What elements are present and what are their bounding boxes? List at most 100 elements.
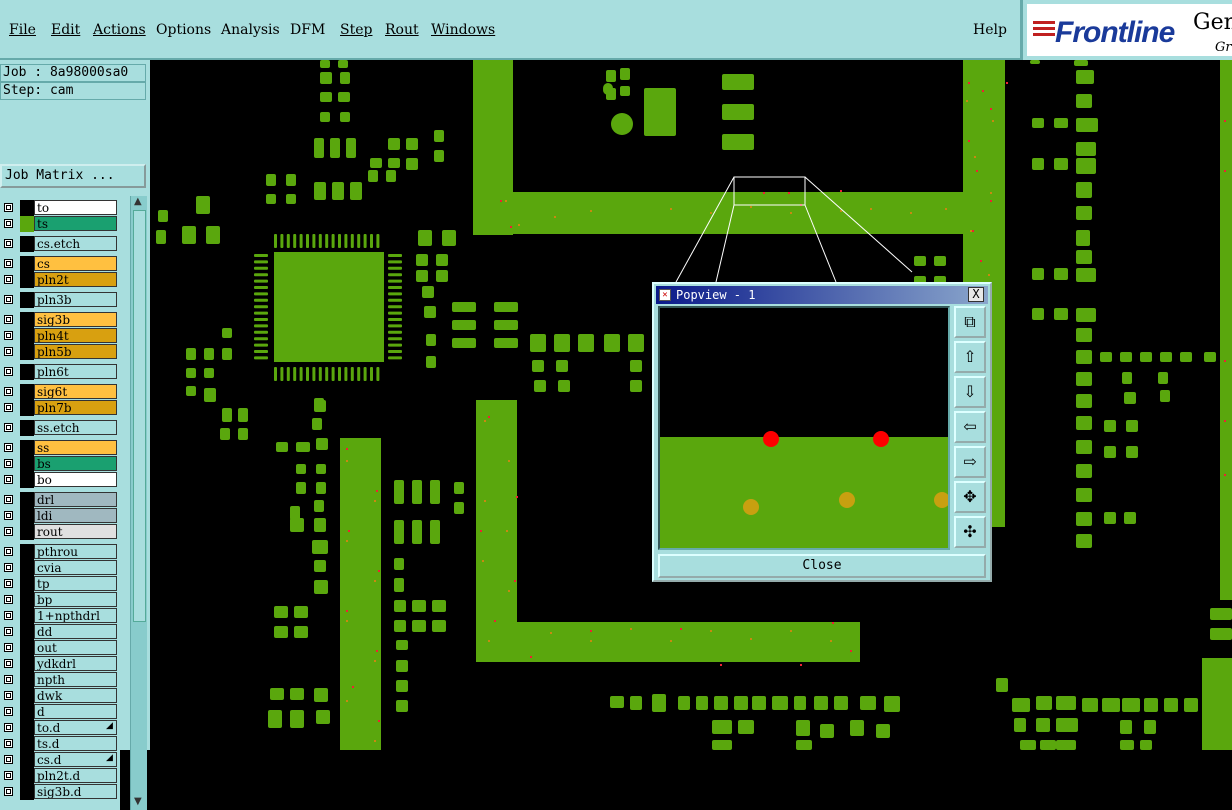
- layer-name[interactable]: to.d: [34, 720, 117, 735]
- layer-checkbox[interactable]: [4, 387, 13, 396]
- layer-row-cs-d[interactable]: cs.d ◢: [0, 752, 120, 768]
- window-close-icon[interactable]: X: [968, 287, 984, 302]
- layer-checkbox[interactable]: [4, 239, 13, 248]
- layer-row-sig3b-d[interactable]: sig3b.d: [0, 784, 120, 800]
- layer-name[interactable]: ldi: [34, 508, 117, 523]
- layer-name[interactable]: pln2t: [34, 272, 117, 287]
- layer-checkbox[interactable]: [4, 739, 13, 748]
- layer-row-to[interactable]: to: [0, 200, 120, 216]
- layer-row-1-npthdrl[interactable]: 1+npthdrl: [0, 608, 120, 624]
- menu-rout[interactable]: Rout: [385, 22, 419, 38]
- layer-checkbox[interactable]: [4, 527, 13, 536]
- layer-name[interactable]: dd: [34, 624, 117, 639]
- layer-color-swatch[interactable]: [20, 420, 34, 436]
- scroll-down-icon[interactable]: ▼: [134, 796, 142, 807]
- popview-title-bar[interactable]: ✕ Popview - 1 X: [656, 286, 988, 304]
- layer-color-swatch[interactable]: [20, 560, 34, 576]
- layer-row-pln2t-d[interactable]: pln2t.d: [0, 768, 120, 784]
- layer-name[interactable]: pln7b: [34, 400, 117, 415]
- menu-help[interactable]: Help: [973, 22, 1007, 38]
- layer-name[interactable]: pln6t: [34, 364, 117, 379]
- layer-color-swatch[interactable]: [20, 236, 34, 252]
- pan-down-icon[interactable]: ⇩: [954, 376, 986, 408]
- layer-checkbox[interactable]: [4, 259, 13, 268]
- layer-color-swatch[interactable]: [20, 656, 34, 672]
- layer-checkbox[interactable]: [4, 723, 13, 732]
- layer-color-swatch[interactable]: [20, 508, 34, 524]
- layer-name[interactable]: out: [34, 640, 117, 655]
- menu-analysis[interactable]: Analysis: [221, 22, 280, 38]
- layer-checkbox[interactable]: [4, 675, 13, 684]
- layer-checkbox[interactable]: [4, 511, 13, 520]
- layer-name[interactable]: pln4t: [34, 328, 117, 343]
- layer-row-bs[interactable]: bs: [0, 456, 120, 472]
- layer-color-swatch[interactable]: [20, 608, 34, 624]
- layer-checkbox[interactable]: [4, 707, 13, 716]
- layer-checkbox[interactable]: [4, 495, 13, 504]
- layer-checkbox[interactable]: [4, 547, 13, 556]
- zoom-out-icon[interactable]: ✣: [954, 516, 986, 548]
- layer-name[interactable]: rout: [34, 524, 117, 539]
- layer-row-ss[interactable]: ss: [0, 440, 120, 456]
- layer-row-cs[interactable]: cs: [0, 256, 120, 272]
- pan-up-icon[interactable]: ⇧: [954, 341, 986, 373]
- layer-checkbox[interactable]: [4, 659, 13, 668]
- layer-color-swatch[interactable]: [20, 688, 34, 704]
- menu-actions[interactable]: Actions: [93, 22, 146, 38]
- layer-name[interactable]: cs: [34, 256, 117, 271]
- job-matrix-button[interactable]: Job Matrix ...: [0, 164, 146, 188]
- layer-row-bp[interactable]: bp: [0, 592, 120, 608]
- layer-checkbox[interactable]: [4, 579, 13, 588]
- layer-row-npth[interactable]: npth: [0, 672, 120, 688]
- layer-checkbox[interactable]: [4, 627, 13, 636]
- layer-color-swatch[interactable]: [20, 272, 34, 288]
- layer-row-dd[interactable]: dd: [0, 624, 120, 640]
- layer-name[interactable]: bs: [34, 456, 117, 471]
- layer-name[interactable]: ts.d: [34, 736, 117, 751]
- layer-color-swatch[interactable]: [20, 400, 34, 416]
- layer-color-swatch[interactable]: [20, 640, 34, 656]
- layer-checkbox[interactable]: [4, 611, 13, 620]
- layer-name[interactable]: dwk: [34, 688, 117, 703]
- layer-row-ldi[interactable]: ldi: [0, 508, 120, 524]
- layer-color-swatch[interactable]: [20, 472, 34, 488]
- layer-row-cs-etch[interactable]: cs.etch: [0, 236, 120, 252]
- layer-color-swatch[interactable]: [20, 492, 34, 508]
- layer-checkbox[interactable]: [4, 315, 13, 324]
- layer-color-swatch[interactable]: [20, 576, 34, 592]
- layer-name[interactable]: sig3b.d: [34, 784, 117, 799]
- layer-name[interactable]: pln2t.d: [34, 768, 117, 783]
- layer-color-swatch[interactable]: [20, 720, 34, 736]
- layer-checkbox[interactable]: [4, 347, 13, 356]
- layer-color-swatch[interactable]: [20, 524, 34, 540]
- layer-color-swatch[interactable]: [20, 344, 34, 360]
- layer-row-to-d[interactable]: to.d ◢: [0, 720, 120, 736]
- layer-color-swatch[interactable]: [20, 704, 34, 720]
- layer-color-swatch[interactable]: [20, 752, 34, 768]
- layer-color-swatch[interactable]: [20, 312, 34, 328]
- layer-name[interactable]: tp: [34, 576, 117, 591]
- pan-left-icon[interactable]: ⇦: [954, 411, 986, 443]
- layer-color-swatch[interactable]: [20, 364, 34, 380]
- layer-color-swatch[interactable]: [20, 784, 34, 800]
- layer-checkbox[interactable]: [4, 331, 13, 340]
- layer-row-dwk[interactable]: dwk: [0, 688, 120, 704]
- layer-color-swatch[interactable]: [20, 200, 34, 216]
- popview-close-button[interactable]: Close: [658, 554, 986, 578]
- layer-row-tp[interactable]: tp: [0, 576, 120, 592]
- layer-checkbox[interactable]: [4, 443, 13, 452]
- layer-checkbox[interactable]: [4, 423, 13, 432]
- layer-row-sig6t[interactable]: sig6t: [0, 384, 120, 400]
- layer-name[interactable]: ss.etch: [34, 420, 117, 435]
- layer-checkbox[interactable]: [4, 203, 13, 212]
- layer-checkbox[interactable]: [4, 275, 13, 284]
- layer-name[interactable]: ydkdrl: [34, 656, 117, 671]
- layer-name[interactable]: pthrou: [34, 544, 117, 559]
- layer-color-swatch[interactable]: [20, 256, 34, 272]
- layer-row-pln4t[interactable]: pln4t: [0, 328, 120, 344]
- menu-file[interactable]: File: [9, 22, 36, 38]
- layer-row-rout[interactable]: rout: [0, 524, 120, 540]
- layer-color-swatch[interactable]: [20, 624, 34, 640]
- layer-color-swatch[interactable]: [20, 672, 34, 688]
- layer-checkbox[interactable]: [4, 563, 13, 572]
